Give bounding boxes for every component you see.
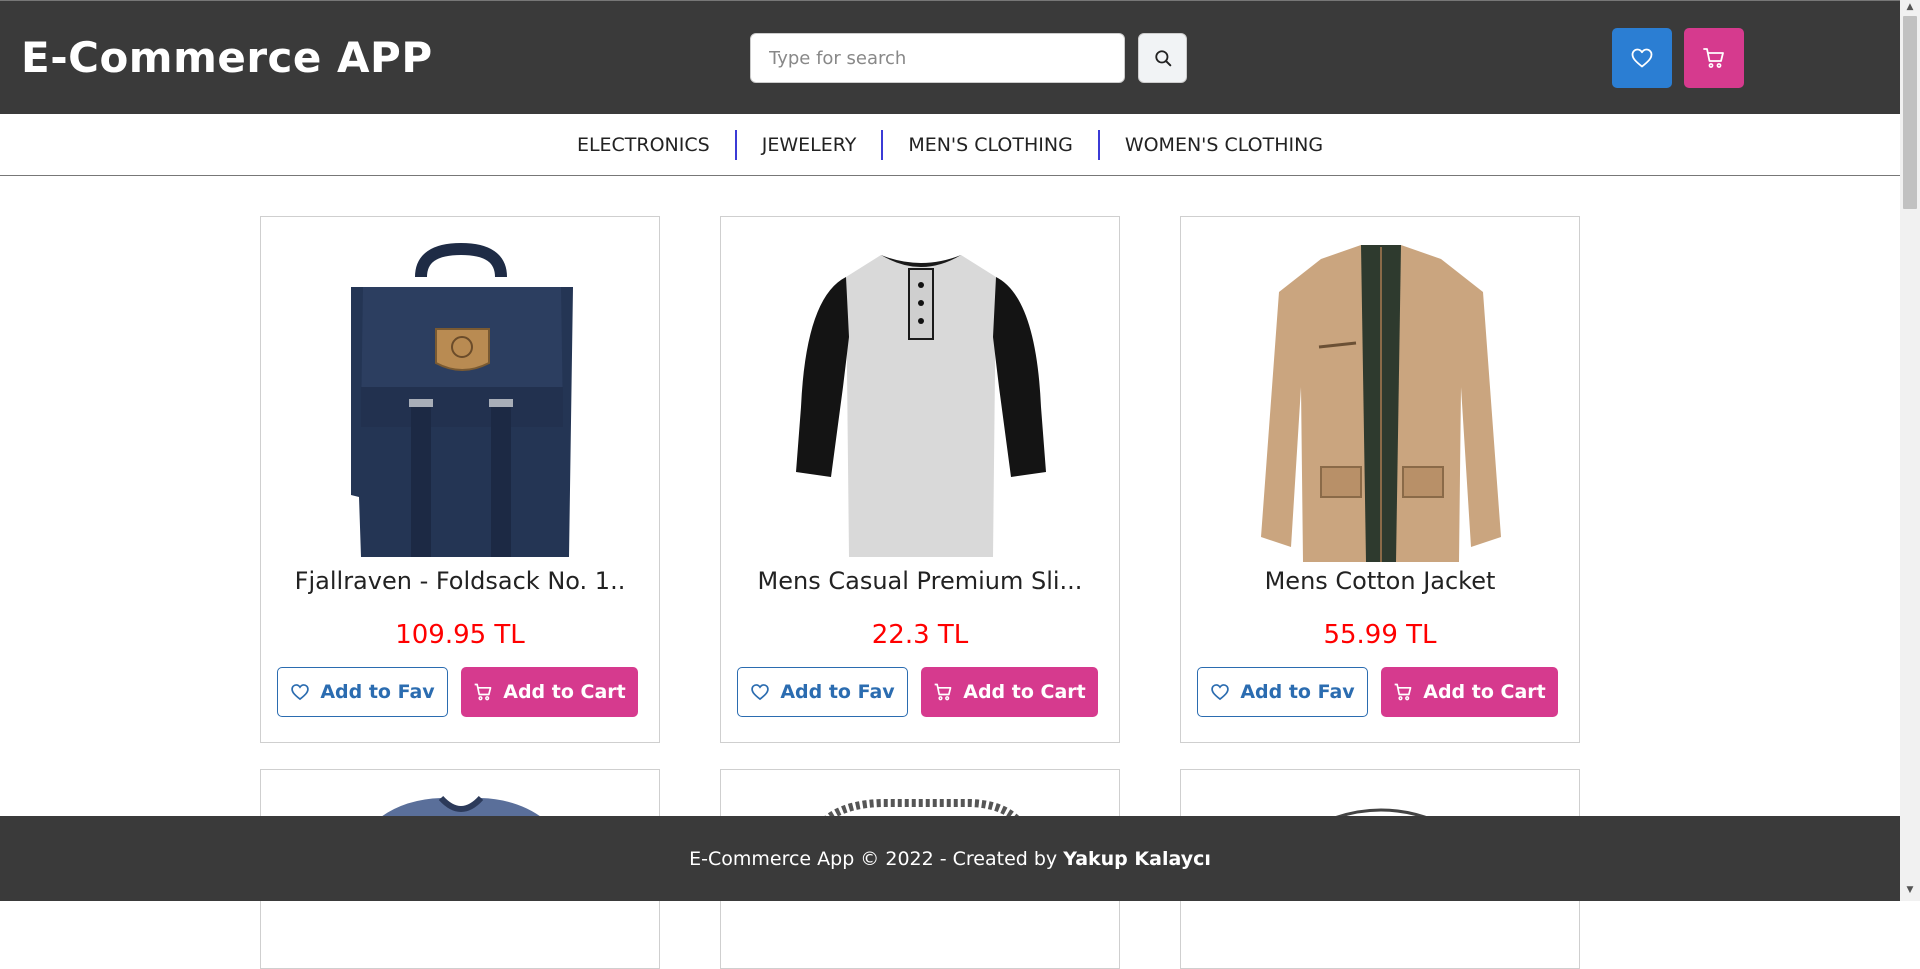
- scroll-thumb[interactable]: [1903, 16, 1917, 209]
- heart-icon: [751, 684, 770, 701]
- scroll-up-arrow-icon[interactable]: ▲: [1900, 2, 1920, 16]
- add-to-fav-button[interactable]: Add to Fav: [277, 667, 448, 717]
- heart-icon: [291, 684, 310, 701]
- heart-icon: [1211, 684, 1230, 701]
- cart-button[interactable]: [1684, 28, 1744, 88]
- cart-icon: [1703, 48, 1724, 68]
- add-to-cart-label: Add to Cart: [963, 681, 1086, 703]
- favorites-button[interactable]: [1612, 28, 1672, 88]
- add-to-fav-label: Add to Fav: [320, 681, 435, 703]
- product-price: 22.3 TL: [871, 620, 969, 650]
- product-image-backpack[interactable]: [301, 237, 621, 567]
- category-nav: ELECTRONICS JEWELERY MEN'S CLOTHING WOME…: [0, 114, 1900, 176]
- category-electronics[interactable]: ELECTRONICS: [552, 130, 735, 160]
- product-price: 55.99 TL: [1323, 620, 1437, 650]
- category-jewelery[interactable]: JEWELERY: [734, 129, 882, 160]
- add-to-cart-button[interactable]: Add to Cart: [921, 667, 1098, 717]
- search-input[interactable]: [750, 33, 1125, 83]
- search-icon: [1154, 50, 1171, 67]
- product-title[interactable]: Mens Casual Premium Sli...: [721, 567, 1119, 595]
- search-button[interactable]: [1138, 33, 1187, 83]
- app-brand[interactable]: E-Commerce APP: [21, 33, 433, 82]
- product-image-tshirt[interactable]: [761, 237, 1081, 567]
- category-womens-clothing[interactable]: WOMEN'S CLOTHING: [1097, 129, 1348, 160]
- add-to-cart-label: Add to Cart: [1423, 681, 1546, 703]
- add-to-cart-label: Add to Cart: [503, 681, 626, 703]
- add-to-fav-button[interactable]: Add to Fav: [737, 667, 908, 717]
- add-to-fav-label: Add to Fav: [780, 681, 895, 703]
- product-card: Mens Casual Premium Sli... 22.3 TL Add t…: [720, 216, 1120, 743]
- page-scrollbar[interactable]: ▲ ▼: [1900, 0, 1920, 901]
- product-title[interactable]: Fjallraven - Foldsack No. 1..: [261, 567, 659, 595]
- cart-icon: [474, 683, 492, 701]
- heart-icon: [1631, 48, 1653, 68]
- footer-author: Yakup Kalaycı: [1063, 847, 1211, 870]
- product-card: Fjallraven - Foldsack No. 1.. 109.95 TL …: [260, 216, 660, 743]
- add-to-cart-button[interactable]: Add to Cart: [1381, 667, 1558, 717]
- app-footer: E-Commerce App © 2022 - Created by Yakup…: [0, 816, 1900, 901]
- scroll-down-arrow-icon[interactable]: ▼: [1900, 885, 1920, 899]
- add-to-fav-label: Add to Fav: [1240, 681, 1355, 703]
- footer-text: E-Commerce App © 2022 - Created by: [689, 847, 1058, 870]
- cart-icon: [1394, 683, 1412, 701]
- add-to-cart-button[interactable]: Add to Cart: [461, 667, 638, 717]
- product-image-jacket[interactable]: [1221, 237, 1541, 567]
- add-to-fav-button[interactable]: Add to Fav: [1197, 667, 1368, 717]
- app-header: E-Commerce APP: [0, 0, 1900, 114]
- product-card: Mens Cotton Jacket 55.99 TL Add to Fav A…: [1180, 216, 1580, 743]
- product-title[interactable]: Mens Cotton Jacket: [1181, 567, 1579, 595]
- category-mens-clothing[interactable]: MEN'S CLOTHING: [881, 129, 1098, 160]
- product-price: 109.95 TL: [395, 620, 525, 650]
- cart-icon: [934, 683, 952, 701]
